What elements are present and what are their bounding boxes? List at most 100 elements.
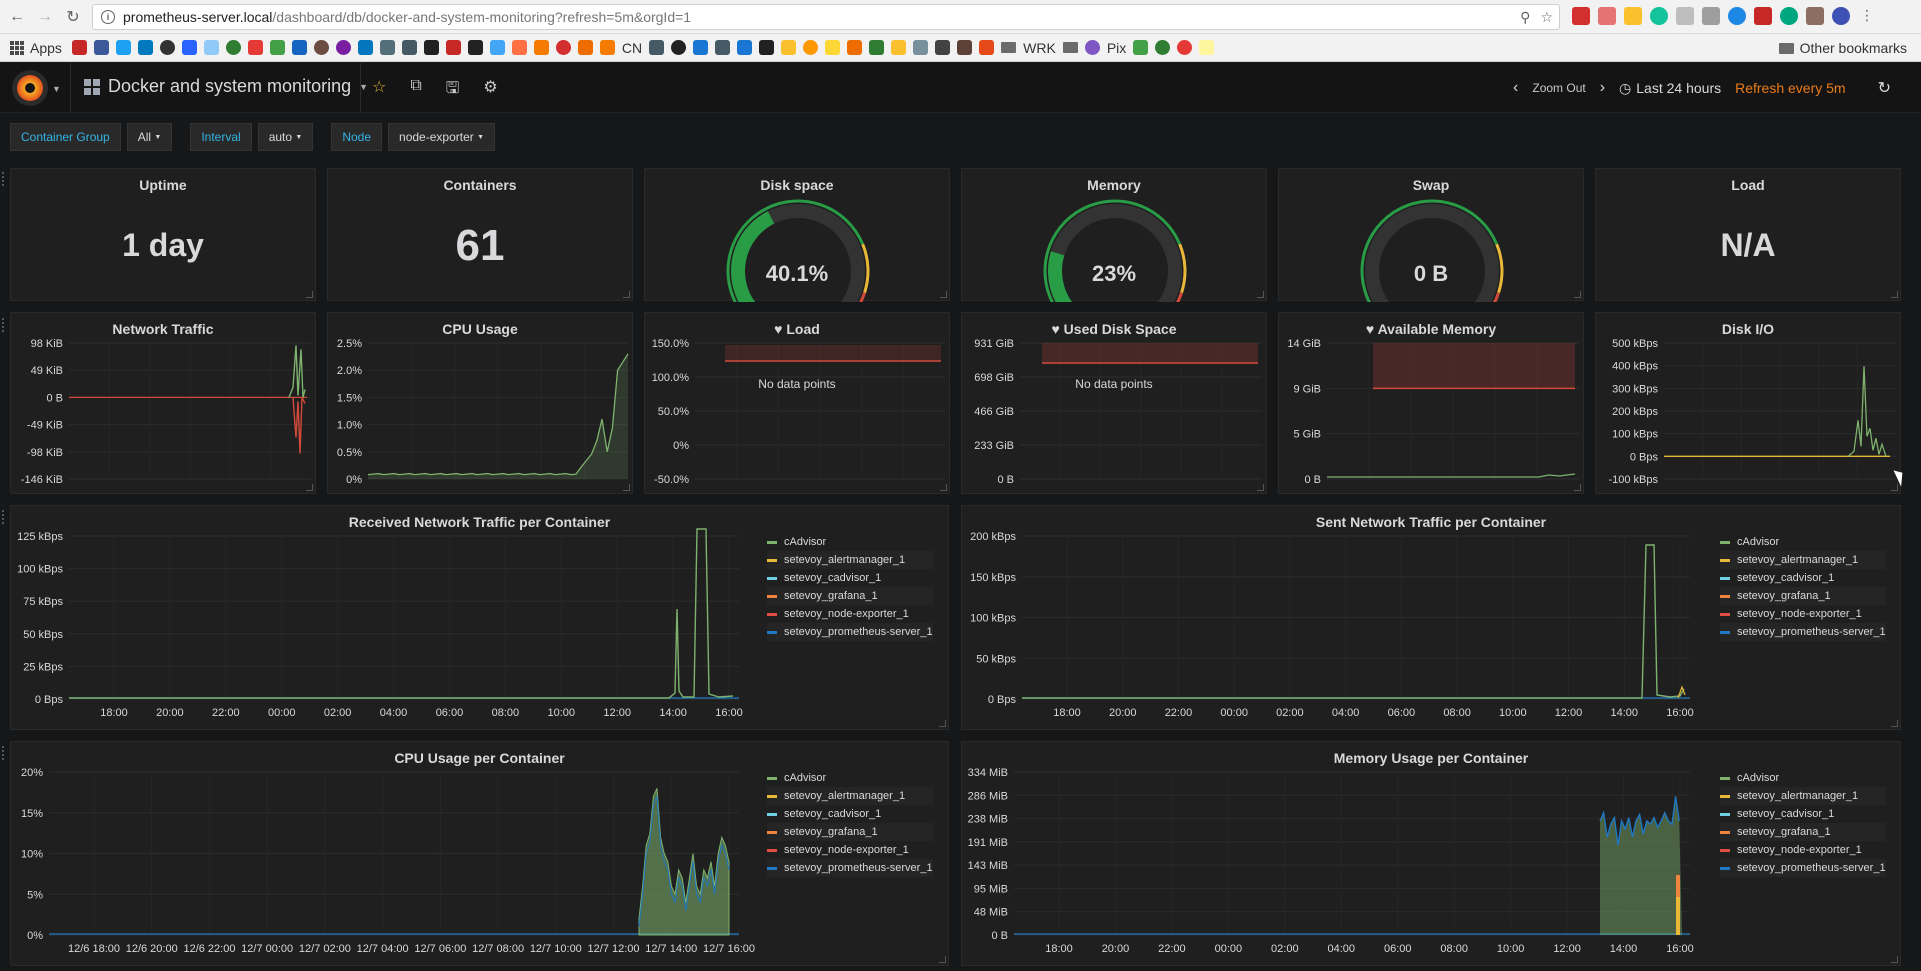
info-icon[interactable]: i	[101, 10, 115, 24]
bookmark-icon[interactable]	[467, 40, 483, 55]
refresh-interval[interactable]: Refresh every 5m	[1735, 80, 1845, 96]
extension-icon[interactable]	[1676, 7, 1694, 25]
bookmark-icon[interactable]	[379, 40, 395, 55]
bookmark-icon[interactable]	[71, 40, 87, 55]
zoom-out-button[interactable]: Zoom Out	[1532, 81, 1585, 95]
resize-handle[interactable]	[940, 484, 947, 491]
search-icon[interactable]: ⚲	[1520, 9, 1530, 26]
extension-icon[interactable]	[1702, 7, 1720, 25]
back-icon[interactable]: ←	[6, 6, 28, 28]
disk-io-panel[interactable]: Disk I/O 500 kBps 400 kBps 300 kBps 200 kBp…	[1595, 312, 1901, 494]
uptime-panel[interactable]: Uptime 1 day	[10, 168, 316, 301]
dashboard-picker[interactable]: Docker and system monitoring ▼	[84, 76, 368, 97]
panel-title[interactable]: Uptime	[11, 177, 315, 193]
refresh-icon[interactable]: ↻	[1878, 78, 1891, 98]
panel-title[interactable]: Containers	[328, 177, 632, 193]
legend-item[interactable]: setevoy_node-exporter_1	[767, 841, 933, 859]
received-traffic-panel[interactable]: Received Network Traffic per Container 1…	[10, 505, 949, 730]
legend-item[interactable]: setevoy_cadvisor_1	[1720, 569, 1886, 587]
bookmark-icon[interactable]	[335, 40, 351, 55]
bookmark-icon[interactable]	[533, 40, 549, 55]
bookmark-icon[interactable]	[825, 40, 841, 55]
bookmark-apps[interactable]: Apps	[10, 40, 62, 56]
bookmark-icon[interactable]	[1155, 40, 1171, 55]
available-memory-panel[interactable]: ♥ Available Memory 14 GiB 9 GiB 5 GiB 0 B	[1278, 312, 1584, 494]
extension-icon[interactable]	[1780, 7, 1798, 25]
bookmark-cn[interactable]: CN	[622, 40, 642, 56]
resize-handle[interactable]	[1257, 484, 1264, 491]
swap-panel[interactable]: Swap 0 B	[1278, 168, 1584, 302]
bookmark-folder-pix[interactable]: Pix	[1107, 40, 1126, 56]
twitter-icon[interactable]	[115, 40, 131, 55]
bookmark-folder-wrk[interactable]: WRK	[1023, 40, 1056, 56]
network-traffic-panel[interactable]: Network Traffic 98 KiB 49 KiB 0 B -49 KiB -9…	[10, 312, 316, 494]
bookmark-icon[interactable]	[511, 40, 527, 55]
facebook-icon[interactable]	[93, 40, 109, 55]
extension-icon[interactable]	[1624, 7, 1642, 25]
legend-item[interactable]: setevoy_cadvisor_1	[767, 569, 933, 587]
legend-item[interactable]: cAdvisor	[767, 769, 933, 787]
bookmark-icon[interactable]	[693, 40, 709, 55]
chevron-left-icon[interactable]: ‹	[1513, 79, 1518, 97]
resize-handle[interactable]	[1257, 291, 1264, 298]
extension-icon[interactable]	[1832, 7, 1850, 25]
reload-icon[interactable]: ↻	[62, 6, 84, 28]
bookmark-icon[interactable]	[577, 40, 593, 55]
star-icon[interactable]: ☆	[1540, 9, 1553, 26]
adblock-icon[interactable]	[1572, 7, 1590, 25]
bookmark-icon[interactable]	[649, 40, 665, 55]
row-handle[interactable]	[2, 172, 6, 186]
bookmark-icon[interactable]	[803, 40, 819, 55]
used-disk-space-panel[interactable]: ♥ Used Disk Space 931 GiB 698 GiB 466 GiB 2…	[961, 312, 1267, 494]
bookmark-icon[interactable]	[203, 40, 219, 55]
resize-handle[interactable]	[1891, 720, 1898, 727]
legend-item[interactable]: setevoy_grafana_1	[767, 587, 933, 605]
podcast-icon[interactable]	[313, 40, 329, 55]
resize-handle[interactable]	[1891, 291, 1898, 298]
play-icon[interactable]	[269, 40, 285, 55]
legend-item[interactable]: setevoy_grafana_1	[767, 823, 933, 841]
memory-panel[interactable]: Memory 23%	[961, 168, 1267, 302]
extension-icon[interactable]	[1598, 7, 1616, 25]
menu-icon[interactable]: ⋮	[1858, 7, 1876, 25]
extension-icon[interactable]	[1728, 7, 1746, 25]
bookmark-icon[interactable]	[1177, 40, 1193, 55]
legend-item[interactable]: cAdvisor	[767, 533, 933, 551]
time-picker[interactable]: ◷ Last 24 hours	[1619, 80, 1721, 97]
bookmark-icon[interactable]	[979, 40, 995, 55]
bookmark-icon[interactable]	[181, 40, 197, 55]
legend-item[interactable]: setevoy_node-exporter_1	[767, 605, 933, 623]
memory-per-container-panel[interactable]: Memory Usage per Container 334 MiB 286 Mi…	[961, 741, 1901, 966]
row-handle[interactable]	[2, 510, 6, 524]
variable-select-node[interactable]: node-exporter ▼	[388, 123, 496, 151]
bookmark-icon[interactable]	[291, 40, 307, 55]
github-icon[interactable]	[159, 40, 175, 55]
row-handle[interactable]	[2, 318, 6, 332]
variable-select-container-group[interactable]: All ▼	[126, 123, 173, 151]
grammarly-icon[interactable]	[1650, 7, 1668, 25]
star-icon[interactable]: ☆	[372, 77, 386, 104]
legend-item[interactable]: setevoy_cadvisor_1	[1720, 805, 1886, 823]
save-icon[interactable]: 🖫	[446, 77, 460, 104]
bookmark-icon[interactable]	[1199, 40, 1215, 55]
resize-handle[interactable]	[306, 484, 313, 491]
bookmark-icon[interactable]	[489, 40, 505, 55]
bookmark-icon[interactable]	[847, 40, 863, 55]
legend-item[interactable]: setevoy_grafana_1	[1720, 823, 1886, 841]
bookmark-icon[interactable]	[891, 40, 907, 55]
bookmark-icon[interactable]	[715, 40, 731, 55]
extension-icon[interactable]	[1806, 7, 1824, 25]
row-handle[interactable]	[2, 746, 6, 760]
legend-item[interactable]: setevoy_cadvisor_1	[767, 805, 933, 823]
legend-item[interactable]: setevoy_prometheus-server_1	[1720, 623, 1886, 641]
forward-icon[interactable]: →	[34, 6, 56, 28]
legend-item[interactable]: setevoy_prometheus-server_1	[1720, 859, 1886, 877]
containers-panel[interactable]: Containers 61	[327, 168, 633, 301]
bookmark-icon[interactable]	[935, 40, 951, 55]
load-stat-panel[interactable]: Load N/A	[1595, 168, 1901, 301]
legend-item[interactable]: setevoy_alertmanager_1	[1720, 787, 1886, 805]
gear-icon[interactable]: ⚙	[483, 77, 497, 104]
bookmark-icon[interactable]	[913, 40, 929, 55]
youtube-icon[interactable]	[247, 40, 263, 55]
bookmark-icon[interactable]	[1084, 40, 1100, 55]
